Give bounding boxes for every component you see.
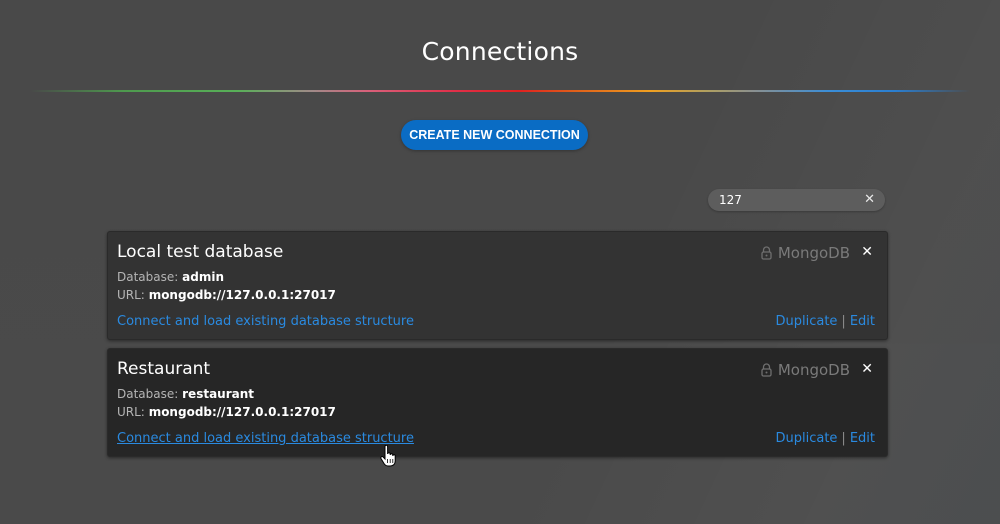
connection-url: URL: mongodb://127.0.0.1:27017 — [117, 288, 336, 302]
connection-type-label: MongoDB — [777, 244, 850, 262]
delete-connection-icon[interactable]: ✕ — [861, 361, 873, 377]
lock-icon — [761, 363, 772, 377]
connection-type: MongoDB — [761, 361, 850, 379]
connection-card: Local test database MongoDB ✕ Database: … — [107, 231, 888, 340]
clear-search-icon[interactable]: ✕ — [864, 192, 875, 208]
page-title: Connections — [421, 37, 579, 66]
database-label: Database: — [117, 270, 179, 284]
connection-type-label: MongoDB — [777, 361, 850, 379]
create-new-connection-button[interactable]: CREATE NEW CONNECTION — [401, 120, 588, 150]
database-value: restaurant — [182, 387, 255, 401]
url-value: mongodb://127.0.0.1:27017 — [148, 288, 336, 302]
connection-database: Database: restaurant — [117, 387, 254, 401]
card-actions: Duplicate | Edit — [775, 314, 875, 329]
connect-link[interactable]: Connect and load existing database struc… — [117, 314, 414, 329]
edit-link[interactable]: Edit — [850, 314, 875, 329]
search-box: ✕ — [708, 189, 885, 211]
url-value: mongodb://127.0.0.1:27017 — [148, 405, 336, 419]
lock-icon — [761, 246, 772, 260]
connection-database: Database: admin — [117, 270, 224, 284]
title-divider — [30, 90, 970, 92]
connection-type: MongoDB — [761, 244, 850, 262]
connection-name: Local test database — [117, 242, 284, 262]
duplicate-link[interactable]: Duplicate — [775, 314, 837, 329]
search-input[interactable] — [719, 189, 859, 211]
url-label: URL: — [117, 288, 145, 302]
actions-separator: | — [841, 431, 846, 446]
url-label: URL: — [117, 405, 145, 419]
database-label: Database: — [117, 387, 179, 401]
edit-link[interactable]: Edit — [850, 431, 875, 446]
hand-pointer-cursor-icon — [380, 445, 396, 467]
database-value: admin — [182, 270, 224, 284]
card-actions: Duplicate | Edit — [775, 431, 875, 446]
actions-separator: | — [841, 314, 846, 329]
connect-link[interactable]: Connect and load existing database struc… — [117, 431, 414, 446]
connection-url: URL: mongodb://127.0.0.1:27017 — [117, 405, 336, 419]
duplicate-link[interactable]: Duplicate — [775, 431, 837, 446]
delete-connection-icon[interactable]: ✕ — [861, 244, 873, 260]
connection-name: Restaurant — [117, 359, 211, 379]
connection-card: Restaurant MongoDB ✕ Database: restauran… — [107, 348, 888, 457]
